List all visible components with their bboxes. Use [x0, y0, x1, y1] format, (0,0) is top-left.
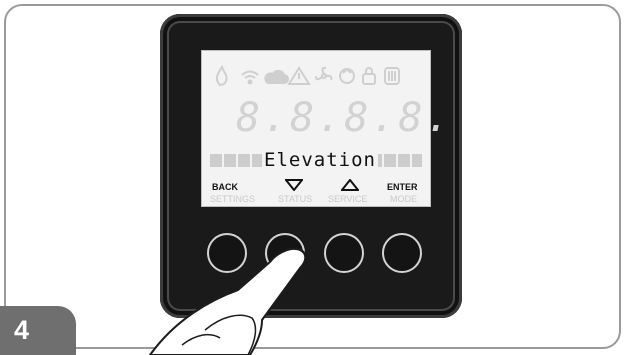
step-badge: 4 [0, 306, 76, 355]
pressing-hand [148, 247, 307, 355]
step-number: 4 [14, 315, 30, 345]
